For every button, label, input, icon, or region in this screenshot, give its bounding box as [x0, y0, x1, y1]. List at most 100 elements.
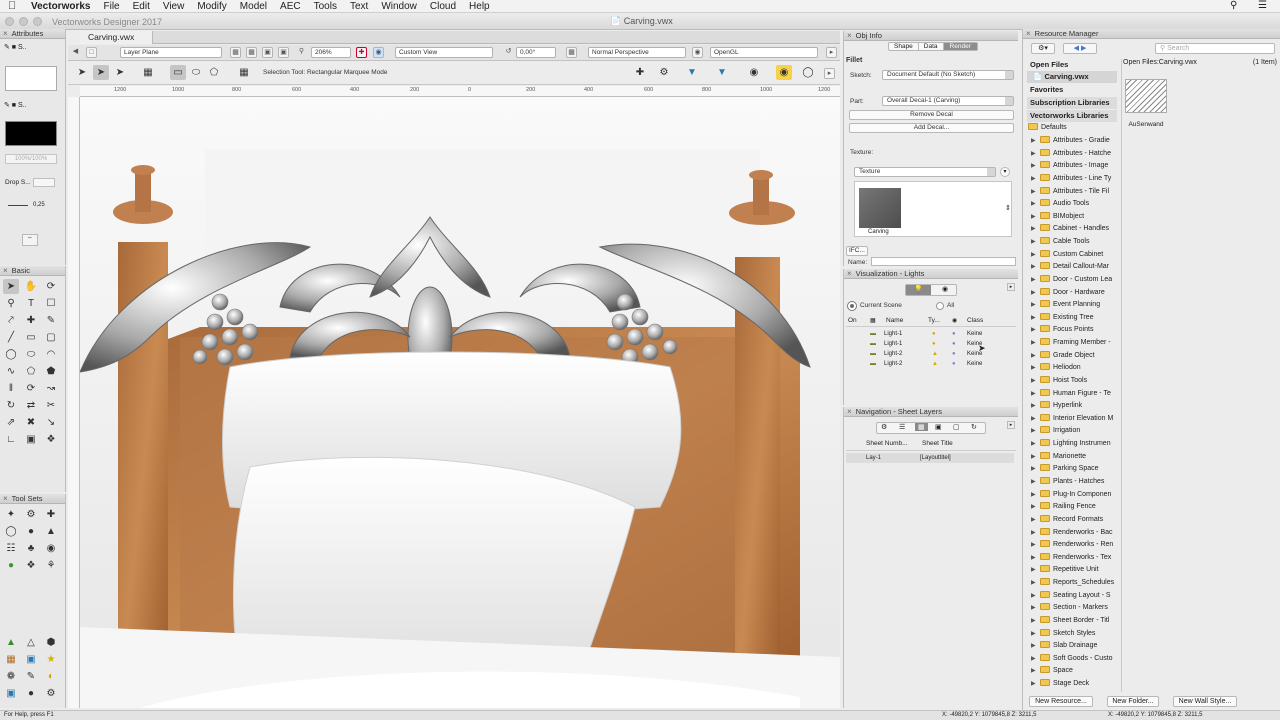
fit-icon[interactable]: ▣ [262, 47, 273, 58]
detailing-toolset-icon[interactable]: ▲ [43, 524, 59, 539]
nav-views-icon[interactable]: ▢ [953, 423, 960, 431]
folder-item[interactable]: ▶ Attributes - Gradie [1031, 135, 1121, 148]
machine-toolset-icon[interactable]: ◉ [43, 541, 59, 556]
camera-tool-icon[interactable]: ▣ [3, 686, 19, 701]
folder-item[interactable]: ▶ Renderworks - Bac [1031, 527, 1121, 540]
lights-menu-icon[interactable]: ▸ [1007, 283, 1015, 291]
col-class[interactable]: Class [967, 317, 983, 324]
arc-tool-icon[interactable]: ◠ [43, 347, 59, 362]
pan-tool-icon[interactable]: ✋ [23, 279, 39, 294]
fill-swatch[interactable] [5, 66, 57, 91]
folder-item[interactable]: ▶ Framing Member - [1031, 337, 1121, 350]
all-radio[interactable] [936, 302, 944, 310]
folder-item[interactable]: ▶ Door - Custom Lea [1031, 274, 1121, 287]
col-on[interactable]: On [848, 317, 857, 324]
flyover-tool-icon[interactable]: ⟳ [43, 279, 59, 294]
clip-tool-icon[interactable]: ▣ [23, 432, 39, 447]
mode-bar-more-icon[interactable]: ▸ [824, 68, 835, 79]
close-icon[interactable]: × [1026, 29, 1031, 38]
terrain-tool-icon[interactable]: ▲ [3, 635, 19, 650]
folder-item[interactable]: ▶ Repetitive Unit [1031, 564, 1121, 577]
lib-favorites[interactable]: Favorites [1027, 84, 1117, 96]
zoom-icon[interactable]: ⚲ [296, 47, 307, 58]
zoom-fit-icon[interactable]: ▣ [278, 47, 289, 58]
mirror-tool-icon[interactable]: ⇄ [23, 398, 39, 413]
folder-item[interactable]: ▶ Section - Markers [1031, 602, 1121, 615]
selection-mode-icon-1[interactable]: ➤ [74, 65, 90, 80]
fill-row[interactable]: ✎ ■ S.. [4, 43, 62, 53]
new-resource-button[interactable]: New Resource... [1029, 696, 1093, 707]
snap-icon-6[interactable]: ◉ [776, 65, 792, 80]
nav-classes-icon[interactable]: ⚙ [881, 423, 887, 431]
sketch-select[interactable]: Document Default (No Sketch) [882, 70, 1014, 80]
slab-tool-icon[interactable]: ▣ [23, 652, 39, 667]
nav-references-icon[interactable]: ↻ [971, 423, 977, 431]
menu-modify[interactable]: Modify [197, 1, 226, 12]
fillet-tool-icon[interactable]: ↘ [43, 415, 59, 430]
rotate-tool-icon[interactable]: ↻ [3, 398, 19, 413]
disclosure-triangle-icon[interactable]: ▶ [1031, 299, 1039, 312]
eyedropper-tool-icon[interactable]: ✎ [43, 313, 59, 328]
close-icon[interactable]: × [847, 407, 852, 416]
light-row[interactable]: ▬ Light-1 ● ● Keine [846, 329, 1014, 339]
disclosure-triangle-icon[interactable]: ▶ [1031, 514, 1039, 527]
paint-tool-icon[interactable]: ✎ [23, 669, 39, 684]
roof-tool-icon[interactable]: △ [23, 635, 39, 650]
disclosure-triangle-icon[interactable]: ▶ [1031, 590, 1039, 603]
disclosure-triangle-icon[interactable]: ▶ [1031, 211, 1039, 224]
lib-vectorworks[interactable]: Vectorworks Libraries [1027, 110, 1117, 122]
texture-select[interactable]: Texture [854, 167, 996, 177]
render-tool-icon[interactable]: ❁ [3, 669, 19, 684]
disclosure-triangle-icon[interactable]: ▶ [1031, 463, 1039, 476]
folder-item[interactable]: ▶ Heliodon [1031, 362, 1121, 375]
zoom-window-icon[interactable] [33, 17, 42, 26]
folder-item[interactable]: ▶ Lighting Instrumen [1031, 438, 1121, 451]
hatch-resource-thumbnail[interactable] [1125, 79, 1167, 113]
disclosure-triangle-icon[interactable]: ▶ [1031, 186, 1039, 199]
disclosure-triangle-icon[interactable]: ▶ [1031, 274, 1039, 287]
working-plane-icon[interactable]: □ [86, 47, 97, 58]
new-wall-style-button[interactable]: New Wall Style... [1173, 696, 1237, 707]
menu-list-icon[interactable]: ☰ [1258, 0, 1267, 11]
folder-item[interactable]: ▶ Detail Callout-Mar [1031, 261, 1121, 274]
light-row[interactable]: ▬ Light-2 ▲ ● Keine [846, 349, 1014, 359]
menu-tools[interactable]: Tools [314, 1, 337, 12]
building-shell-toolset-icon[interactable]: ◯ [3, 524, 19, 539]
folder-item[interactable]: ▶ Reports_Schedules [1031, 577, 1121, 590]
selection-mode-icon-2[interactable]: ➤ [93, 65, 109, 80]
folder-item[interactable]: ▶ Audio Tools [1031, 198, 1121, 211]
pen-swatch[interactable] [5, 121, 57, 146]
snap-icon-3[interactable]: ▼ [684, 65, 700, 80]
folder-item[interactable]: ▶ Hyperlink [1031, 400, 1121, 413]
projection-select[interactable]: Normal Perspective [588, 47, 686, 58]
reshape-tool-icon[interactable]: ↝ [43, 381, 59, 396]
callout-tool-icon[interactable]: ☐ [43, 296, 59, 311]
disclosure-triangle-icon[interactable]: ▶ [1031, 350, 1039, 363]
render-icon[interactable]: ◉ [692, 47, 703, 58]
new-folder-button[interactable]: New Folder... [1107, 696, 1159, 707]
tab-data[interactable]: Data [917, 43, 943, 50]
disclosure-triangle-icon[interactable]: ▶ [1031, 615, 1039, 628]
disclosure-triangle-icon[interactable]: ▶ [1031, 160, 1039, 173]
close-icon[interactable]: × [847, 269, 852, 278]
layer-plane-select[interactable]: Layer Plane [120, 47, 222, 58]
cameras-tab-icon[interactable]: ◉ [933, 285, 957, 295]
menu-view[interactable]: View [163, 1, 185, 12]
disclosure-triangle-icon[interactable]: ▶ [1031, 476, 1039, 489]
offset-tool-icon[interactable]: ⇗ [3, 415, 19, 430]
apple-icon[interactable]:  [8, 0, 19, 12]
texture-stepper-icon[interactable]: ⇕ [1005, 204, 1011, 212]
menu-aec[interactable]: AEC [280, 1, 301, 12]
sheet-row[interactable]: Lay-1 [Layouttitel] [846, 453, 1014, 463]
minimize-window-icon[interactable] [19, 17, 28, 26]
angle-field[interactable]: 0,00° [516, 47, 556, 58]
folder-item[interactable]: ▶ Irrigation [1031, 425, 1121, 438]
selection-mode-icon-3[interactable]: ➤ [112, 65, 128, 80]
folder-item[interactable]: ▶ Attributes - Tile Fil [1031, 186, 1121, 199]
add-decal-button[interactable]: Add Decal... [849, 123, 1014, 133]
folder-item[interactable]: ▶ Custom Cabinet [1031, 249, 1121, 262]
site-planning-toolset-icon[interactable]: ☷ [3, 541, 19, 556]
lasso-marquee-icon[interactable]: ⬭ [188, 65, 204, 80]
attribute-mapping-tool-icon[interactable]: ❖ [43, 432, 59, 447]
resource-item-name[interactable]: AuSenwand [1125, 121, 1167, 128]
